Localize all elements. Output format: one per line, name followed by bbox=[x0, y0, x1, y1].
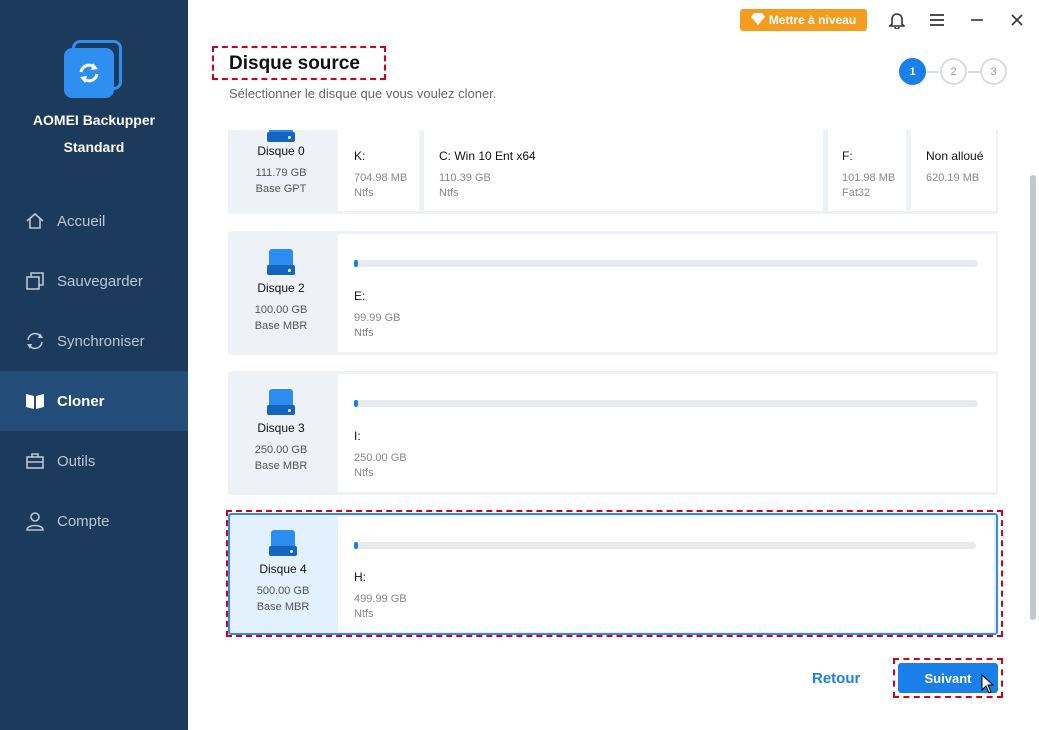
disk-size: 100.00 GB bbox=[254, 304, 308, 316]
sync-icon bbox=[24, 330, 46, 352]
disk-info: Disque 2 100.00 GB Base MBR bbox=[228, 231, 334, 355]
cursor-icon bbox=[981, 674, 995, 694]
selected-disk-highlight bbox=[226, 510, 1003, 637]
partition-fs: Fat32 bbox=[842, 187, 871, 199]
backup-icon bbox=[24, 270, 46, 292]
sidebar-item-accueil[interactable]: Accueil bbox=[0, 191, 188, 251]
page-subtitle: Sélectionner le disque que vous voulez c… bbox=[229, 86, 497, 101]
app-logo-icon bbox=[64, 40, 124, 100]
sidebar-item-sauvegarder[interactable]: Sauvegarder bbox=[0, 251, 188, 311]
disk-info: Disque 3 250.00 GB Base MBR bbox=[228, 371, 334, 495]
app-name: AOMEI Backupper bbox=[32, 112, 156, 128]
partition-label: E: bbox=[354, 289, 366, 303]
partition-fs: Ntfs bbox=[439, 187, 459, 199]
partition-size: 110.39 GB bbox=[439, 172, 491, 184]
disk-size: 250.00 GB bbox=[254, 444, 308, 456]
back-button[interactable]: Retour bbox=[812, 670, 860, 687]
step-indicator: 1 2 3 bbox=[899, 58, 1009, 86]
partition-size: 99.99 GB bbox=[354, 312, 401, 324]
scrollbar[interactable] bbox=[1030, 175, 1036, 620]
disk-name: Disque 3 bbox=[257, 421, 305, 435]
partition-label: Non alloué bbox=[926, 149, 984, 163]
disk-size: 111.79 GB bbox=[255, 167, 307, 179]
partition-c[interactable]: C: Win 10 Ent x64 110.39 GB Ntfs bbox=[439, 149, 536, 201]
disk-name: Disque 2 bbox=[257, 281, 305, 295]
partition-fs: Ntfs bbox=[354, 327, 374, 339]
sidebar-item-label: Accueil bbox=[57, 212, 106, 230]
disk-name: Disque 0 bbox=[257, 144, 305, 158]
upgrade-label: Mettre à niveau bbox=[768, 13, 857, 27]
partition-e[interactable]: E: 99.99 GB Ntfs bbox=[354, 289, 400, 341]
disk-type: Base MBR bbox=[254, 320, 308, 332]
partition-fs: Ntfs bbox=[354, 467, 374, 479]
partition-size: 250.00 GB bbox=[354, 452, 407, 464]
sidebar-item-compte[interactable]: Compte bbox=[0, 491, 188, 551]
disk-type: Base GPT bbox=[255, 183, 307, 195]
menu-icon[interactable] bbox=[927, 10, 947, 30]
tools-icon bbox=[24, 450, 46, 472]
partition-usage-bar bbox=[354, 260, 978, 267]
disk-card-3[interactable]: Disque 3 250.00 GB Base MBR I: 250.00 GB… bbox=[228, 371, 998, 495]
user-icon bbox=[24, 510, 46, 532]
step-3: 3 bbox=[980, 58, 1007, 85]
minimize-icon[interactable] bbox=[967, 10, 987, 30]
sidebar-item-label: Cloner bbox=[57, 392, 105, 410]
step-1: 1 bbox=[899, 58, 926, 85]
partition-fs: Ntfs bbox=[354, 187, 374, 199]
clone-icon bbox=[24, 390, 46, 412]
close-icon[interactable] bbox=[1007, 10, 1027, 30]
disk-info: Disque 0 111.79 GB Base GPT bbox=[228, 130, 334, 214]
sidebar-nav: Accueil Sauvegarder Synchroniser Cloner … bbox=[0, 191, 188, 551]
partition-label: I: bbox=[354, 429, 361, 443]
partition-k[interactable]: K: 704.98 MB Ntfs bbox=[354, 149, 407, 201]
diamond-icon bbox=[750, 12, 765, 28]
disk-card-0[interactable]: Disque 0 111.79 GB Base GPT K: 704.98 MB… bbox=[228, 130, 998, 214]
sidebar-item-label: Outils bbox=[57, 452, 96, 470]
sidebar-item-outils[interactable]: Outils bbox=[0, 431, 188, 491]
sidebar-item-label: Compte bbox=[57, 512, 110, 530]
disk-card-2[interactable]: Disque 2 100.00 GB Base MBR E: 99.99 GB … bbox=[228, 231, 998, 355]
step-2: 2 bbox=[940, 58, 967, 85]
sidebar: AOMEI Backupper Standard Accueil Sauvega… bbox=[0, 0, 188, 730]
bell-icon[interactable] bbox=[887, 10, 907, 30]
partition-unallocated[interactable]: Non alloué 620.19 MB bbox=[926, 149, 983, 186]
partition-size: 620.19 MB bbox=[926, 172, 980, 184]
partition-label: F: bbox=[842, 149, 853, 163]
home-icon bbox=[24, 210, 46, 232]
sidebar-item-synchroniser[interactable]: Synchroniser bbox=[0, 311, 188, 371]
sidebar-item-cloner[interactable]: Cloner bbox=[0, 371, 188, 431]
partition-i[interactable]: I: 250.00 GB Ntfs bbox=[354, 429, 407, 481]
disk-icon bbox=[267, 389, 295, 415]
partition-label: C: Win 10 Ent x64 bbox=[439, 149, 536, 163]
app-edition: Standard bbox=[63, 139, 125, 155]
disk-type: Base MBR bbox=[254, 460, 308, 472]
disk-icon bbox=[267, 130, 295, 142]
upgrade-button[interactable]: Mettre à niveau bbox=[740, 9, 867, 31]
partition-size: 704.98 MB bbox=[354, 172, 408, 184]
sidebar-item-label: Sauvegarder bbox=[57, 272, 143, 290]
partition-label: K: bbox=[354, 149, 366, 163]
partition-usage-bar bbox=[354, 400, 978, 407]
page-title: Disque source bbox=[229, 53, 360, 74]
sidebar-item-label: Synchroniser bbox=[57, 332, 145, 350]
partition-size: 101.98 MB bbox=[842, 172, 896, 184]
disk-icon bbox=[267, 249, 295, 275]
partition-f[interactable]: F: 101.98 MB Fat32 bbox=[842, 149, 895, 201]
